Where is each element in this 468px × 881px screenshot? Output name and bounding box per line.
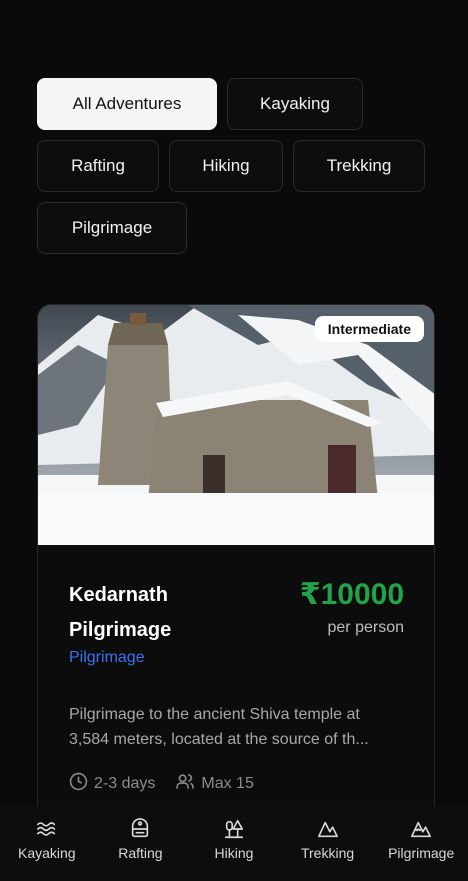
nav-label: Pilgrimage: [388, 845, 455, 861]
bottom-nav: Kayaking Rafting Hiking Trekking Pilgrim…: [0, 806, 468, 881]
price: ₹10000: [299, 578, 404, 611]
description-line: 3,584 meters, located at the source of t…: [69, 731, 369, 748]
group-size-text: Max 15: [201, 775, 254, 792]
nav-label: Hiking: [214, 845, 254, 861]
filter-rafting[interactable]: Rafting: [37, 140, 159, 192]
users-icon: [175, 772, 195, 796]
clock-icon: [69, 772, 88, 796]
nav-label: Kayaking: [18, 845, 76, 861]
filter-kayaking[interactable]: Kayaking: [227, 78, 363, 130]
card-title: Kedarnath Pilgrimage: [69, 584, 172, 641]
price-unit: per person: [327, 619, 405, 636]
card-meta: 2-3 days Max 15: [69, 772, 254, 796]
nav-kayaking[interactable]: Kayaking: [0, 806, 94, 881]
nav-hiking[interactable]: Hiking: [187, 806, 281, 881]
description-line: Pilgrimage to the ancient Shiva temple a…: [69, 706, 360, 723]
mountain-snow-icon: [408, 818, 434, 840]
adventure-card[interactable]: Intermediate Kedarnath Pilgrimage ₹10000…: [37, 304, 435, 824]
nav-pilgrimage[interactable]: Pilgrimage: [374, 806, 468, 881]
nav-label: Rafting: [118, 845, 163, 861]
filter-hiking[interactable]: Hiking: [169, 140, 283, 192]
waves-icon: [34, 818, 60, 840]
filter-trekking[interactable]: Trekking: [293, 140, 425, 192]
category-link[interactable]: Pilgrimage: [69, 649, 145, 667]
raft-icon: [128, 818, 152, 840]
trees-icon: [222, 818, 246, 840]
duration-text: 2-3 days: [94, 775, 156, 792]
card-description: Pilgrimage to the ancient Shiva temple a…: [69, 702, 409, 752]
nav-rafting[interactable]: Rafting: [94, 806, 188, 881]
nav-trekking[interactable]: Trekking: [281, 806, 375, 881]
mountain-icon: [315, 818, 341, 840]
difficulty-badge: Intermediate: [314, 316, 424, 342]
duration: 2-3 days: [69, 772, 155, 796]
nav-label: Trekking: [300, 845, 355, 861]
filter-pilgrimage[interactable]: Pilgrimage: [37, 202, 187, 254]
filter-all-adventures[interactable]: All Adventures: [37, 78, 217, 130]
group-size: Max 15: [175, 772, 254, 796]
